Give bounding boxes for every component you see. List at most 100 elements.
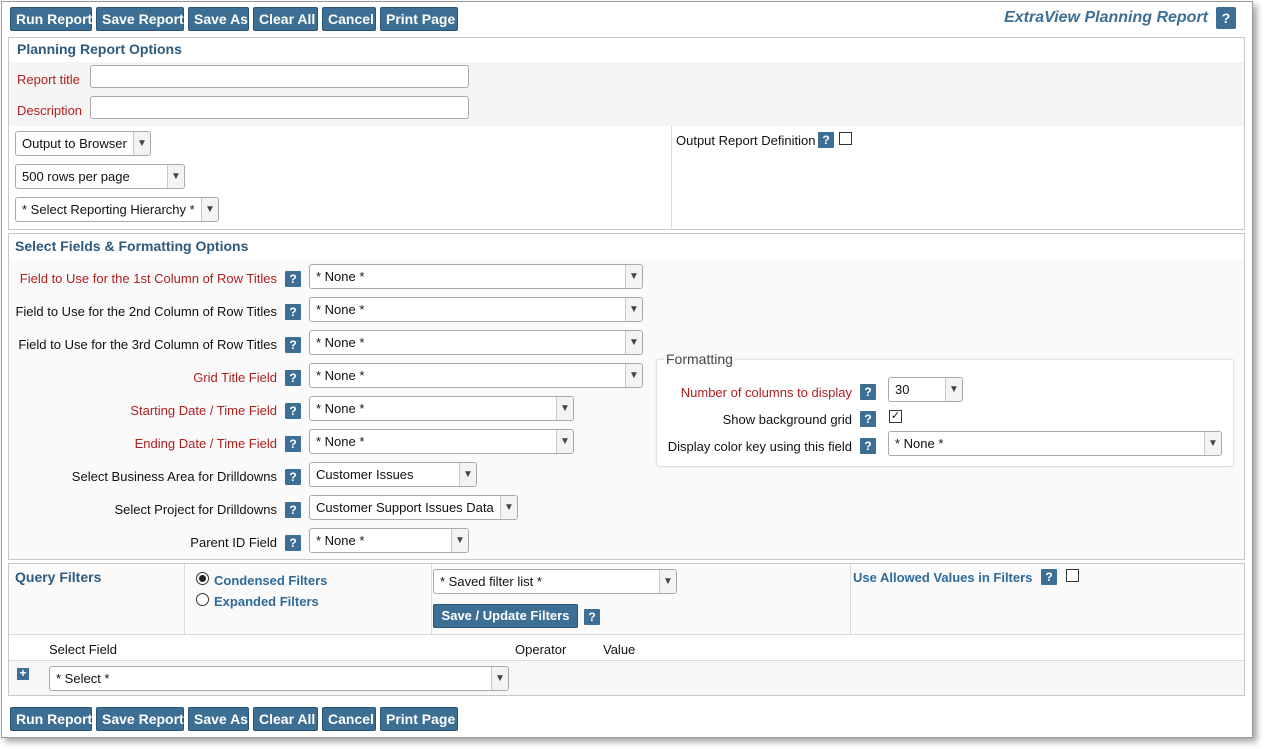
save-update-filters-button[interactable]: Save / Update Filters — [433, 604, 578, 628]
help-icon[interactable]: ? — [285, 304, 301, 320]
output-report-definition-checkbox[interactable] — [839, 132, 852, 145]
formatting-legend: Formatting — [664, 351, 735, 367]
starting-date-field-select[interactable]: * None * ▼ — [309, 396, 574, 421]
save-as-button[interactable]: Save As — [188, 7, 249, 31]
output-select[interactable]: Output to Browser ▼ — [15, 131, 151, 156]
grid-title-field-select[interactable]: * None * ▼ — [309, 363, 643, 388]
chevron-down-icon: ▼ — [625, 298, 642, 321]
description-input[interactable] — [90, 96, 469, 119]
select-value: Customer Support Issues Data — [316, 500, 494, 515]
help-icon[interactable]: ? — [860, 411, 876, 427]
help-icon[interactable]: ? — [285, 403, 301, 419]
expanded-filters-label[interactable]: Expanded Filters — [214, 594, 319, 609]
saved-filter-list-select[interactable]: * Saved filter list * ▼ — [433, 569, 677, 594]
parent-id-field-label: Parent ID Field — [190, 535, 277, 550]
clear-all-button[interactable]: Clear All — [253, 7, 318, 31]
bottom-toolbar: Run Report Save Report Save As Clear All… — [10, 707, 470, 733]
filters-divider-1 — [184, 564, 185, 634]
select-value: * None * — [316, 269, 365, 284]
chevron-down-icon: ▼ — [201, 198, 218, 221]
chevron-down-icon: ▼ — [491, 667, 508, 690]
chevron-down-icon: ▼ — [659, 570, 676, 593]
help-icon[interactable]: ? — [285, 271, 301, 287]
reporting-hierarchy-select[interactable]: * Select Reporting Hierarchy * ▼ — [15, 197, 219, 222]
row-title-field-1-label: Field to Use for the 1st Column of Row T… — [19, 271, 277, 286]
row-title-field-3-select[interactable]: * None * ▼ — [309, 330, 643, 355]
value-column-header: Value — [603, 642, 636, 657]
select-value: * None * — [895, 436, 944, 451]
output-report-definition-label: Output Report Definition — [676, 133, 816, 148]
project-select[interactable]: Customer Support Issues Data ▼ — [309, 495, 518, 520]
help-icon[interactable]: ? — [860, 384, 876, 400]
chevron-down-icon: ▼ — [625, 364, 642, 387]
parent-id-field-select[interactable]: * None * ▼ — [309, 528, 469, 553]
clear-all-button[interactable]: Clear All — [253, 707, 318, 731]
business-area-label: Select Business Area for Drilldowns — [71, 469, 277, 484]
save-report-button[interactable]: Save Report — [96, 707, 184, 731]
filter-field-select[interactable]: * Select * ▼ — [49, 666, 509, 691]
top-toolbar: Run Report Save Report Save As Clear All… — [10, 7, 1246, 33]
report-title-input[interactable] — [90, 65, 469, 88]
help-icon[interactable]: ? — [285, 337, 301, 353]
save-as-button[interactable]: Save As — [188, 707, 249, 731]
select-value: * None * — [316, 401, 365, 416]
rows-per-page-select[interactable]: 500 rows per page ▼ — [15, 164, 185, 189]
select-value: * None * — [316, 533, 365, 548]
print-page-button[interactable]: Print Page — [380, 7, 458, 31]
chevron-down-icon: ▼ — [1204, 432, 1221, 455]
condensed-filters-radio[interactable] — [196, 572, 209, 585]
section-title: Query Filters — [15, 569, 102, 585]
description-label: Description — [17, 103, 83, 118]
cancel-button[interactable]: Cancel — [322, 707, 376, 731]
help-icon[interactable]: ? — [584, 609, 600, 625]
save-report-button[interactable]: Save Report — [96, 7, 184, 31]
select-value: * None * — [316, 368, 365, 383]
chevron-down-icon: ▼ — [625, 265, 642, 288]
chevron-down-icon: ▼ — [167, 165, 184, 188]
chevron-down-icon: ▼ — [625, 331, 642, 354]
row-title-field-3-label: Field to Use for the 3rd Column of Row T… — [18, 337, 277, 352]
print-page-button[interactable]: Print Page — [380, 707, 458, 731]
select-value: * Saved filter list * — [440, 574, 542, 589]
row-title-field-2-select[interactable]: * None * ▼ — [309, 297, 643, 322]
options-divider — [671, 126, 672, 230]
help-icon[interactable]: ? — [1041, 569, 1057, 585]
columns-to-display-select[interactable]: 30 ▼ — [888, 377, 963, 402]
select-value: * Select * — [56, 671, 110, 686]
select-value: * None * — [316, 335, 365, 350]
report-title-label: Report title — [17, 72, 80, 87]
help-icon[interactable]: ? — [285, 370, 301, 386]
help-icon[interactable]: ? — [1216, 7, 1236, 29]
rows-select-value: 500 rows per page — [22, 169, 130, 184]
select-value: * None * — [316, 302, 365, 317]
show-background-grid-label: Show background grid — [722, 412, 852, 427]
run-report-button[interactable]: Run Report — [10, 707, 92, 731]
color-key-field-select[interactable]: * None * ▼ — [888, 431, 1222, 456]
chevron-down-icon: ▼ — [133, 132, 150, 155]
help-icon[interactable]: ? — [818, 132, 834, 148]
fields-formatting-section: Select Fields & Formatting Options Field… — [8, 233, 1245, 560]
report-type-title: ExtraView Planning Report — [1004, 9, 1208, 26]
condensed-filters-label[interactable]: Condensed Filters — [214, 573, 327, 588]
use-allowed-values-checkbox[interactable] — [1066, 569, 1079, 582]
show-background-grid-checkbox[interactable]: ✓ — [889, 410, 902, 423]
ending-date-field-select[interactable]: * None * ▼ — [309, 429, 574, 454]
select-value: Customer Issues — [316, 467, 414, 482]
row-title-field-1-select[interactable]: * None * ▼ — [309, 264, 643, 289]
help-icon[interactable]: ? — [860, 438, 876, 454]
help-icon[interactable]: ? — [285, 436, 301, 452]
chevron-down-icon: ▼ — [556, 397, 573, 420]
run-report-button[interactable]: Run Report — [10, 7, 92, 31]
plus-icon[interactable]: + — [17, 667, 29, 680]
expanded-filters-radio[interactable] — [196, 593, 209, 606]
chevron-down-icon: ▼ — [459, 463, 476, 486]
help-icon[interactable]: ? — [285, 535, 301, 551]
cancel-button[interactable]: Cancel — [322, 7, 376, 31]
operator-column-header: Operator — [515, 642, 567, 657]
help-icon[interactable]: ? — [285, 502, 301, 518]
business-area-select[interactable]: Customer Issues ▼ — [309, 462, 477, 487]
output-select-value: Output to Browser — [22, 136, 127, 151]
chevron-down-icon: ▼ — [945, 378, 962, 401]
help-icon[interactable]: ? — [285, 469, 301, 485]
chevron-down-icon: ▼ — [556, 430, 573, 453]
